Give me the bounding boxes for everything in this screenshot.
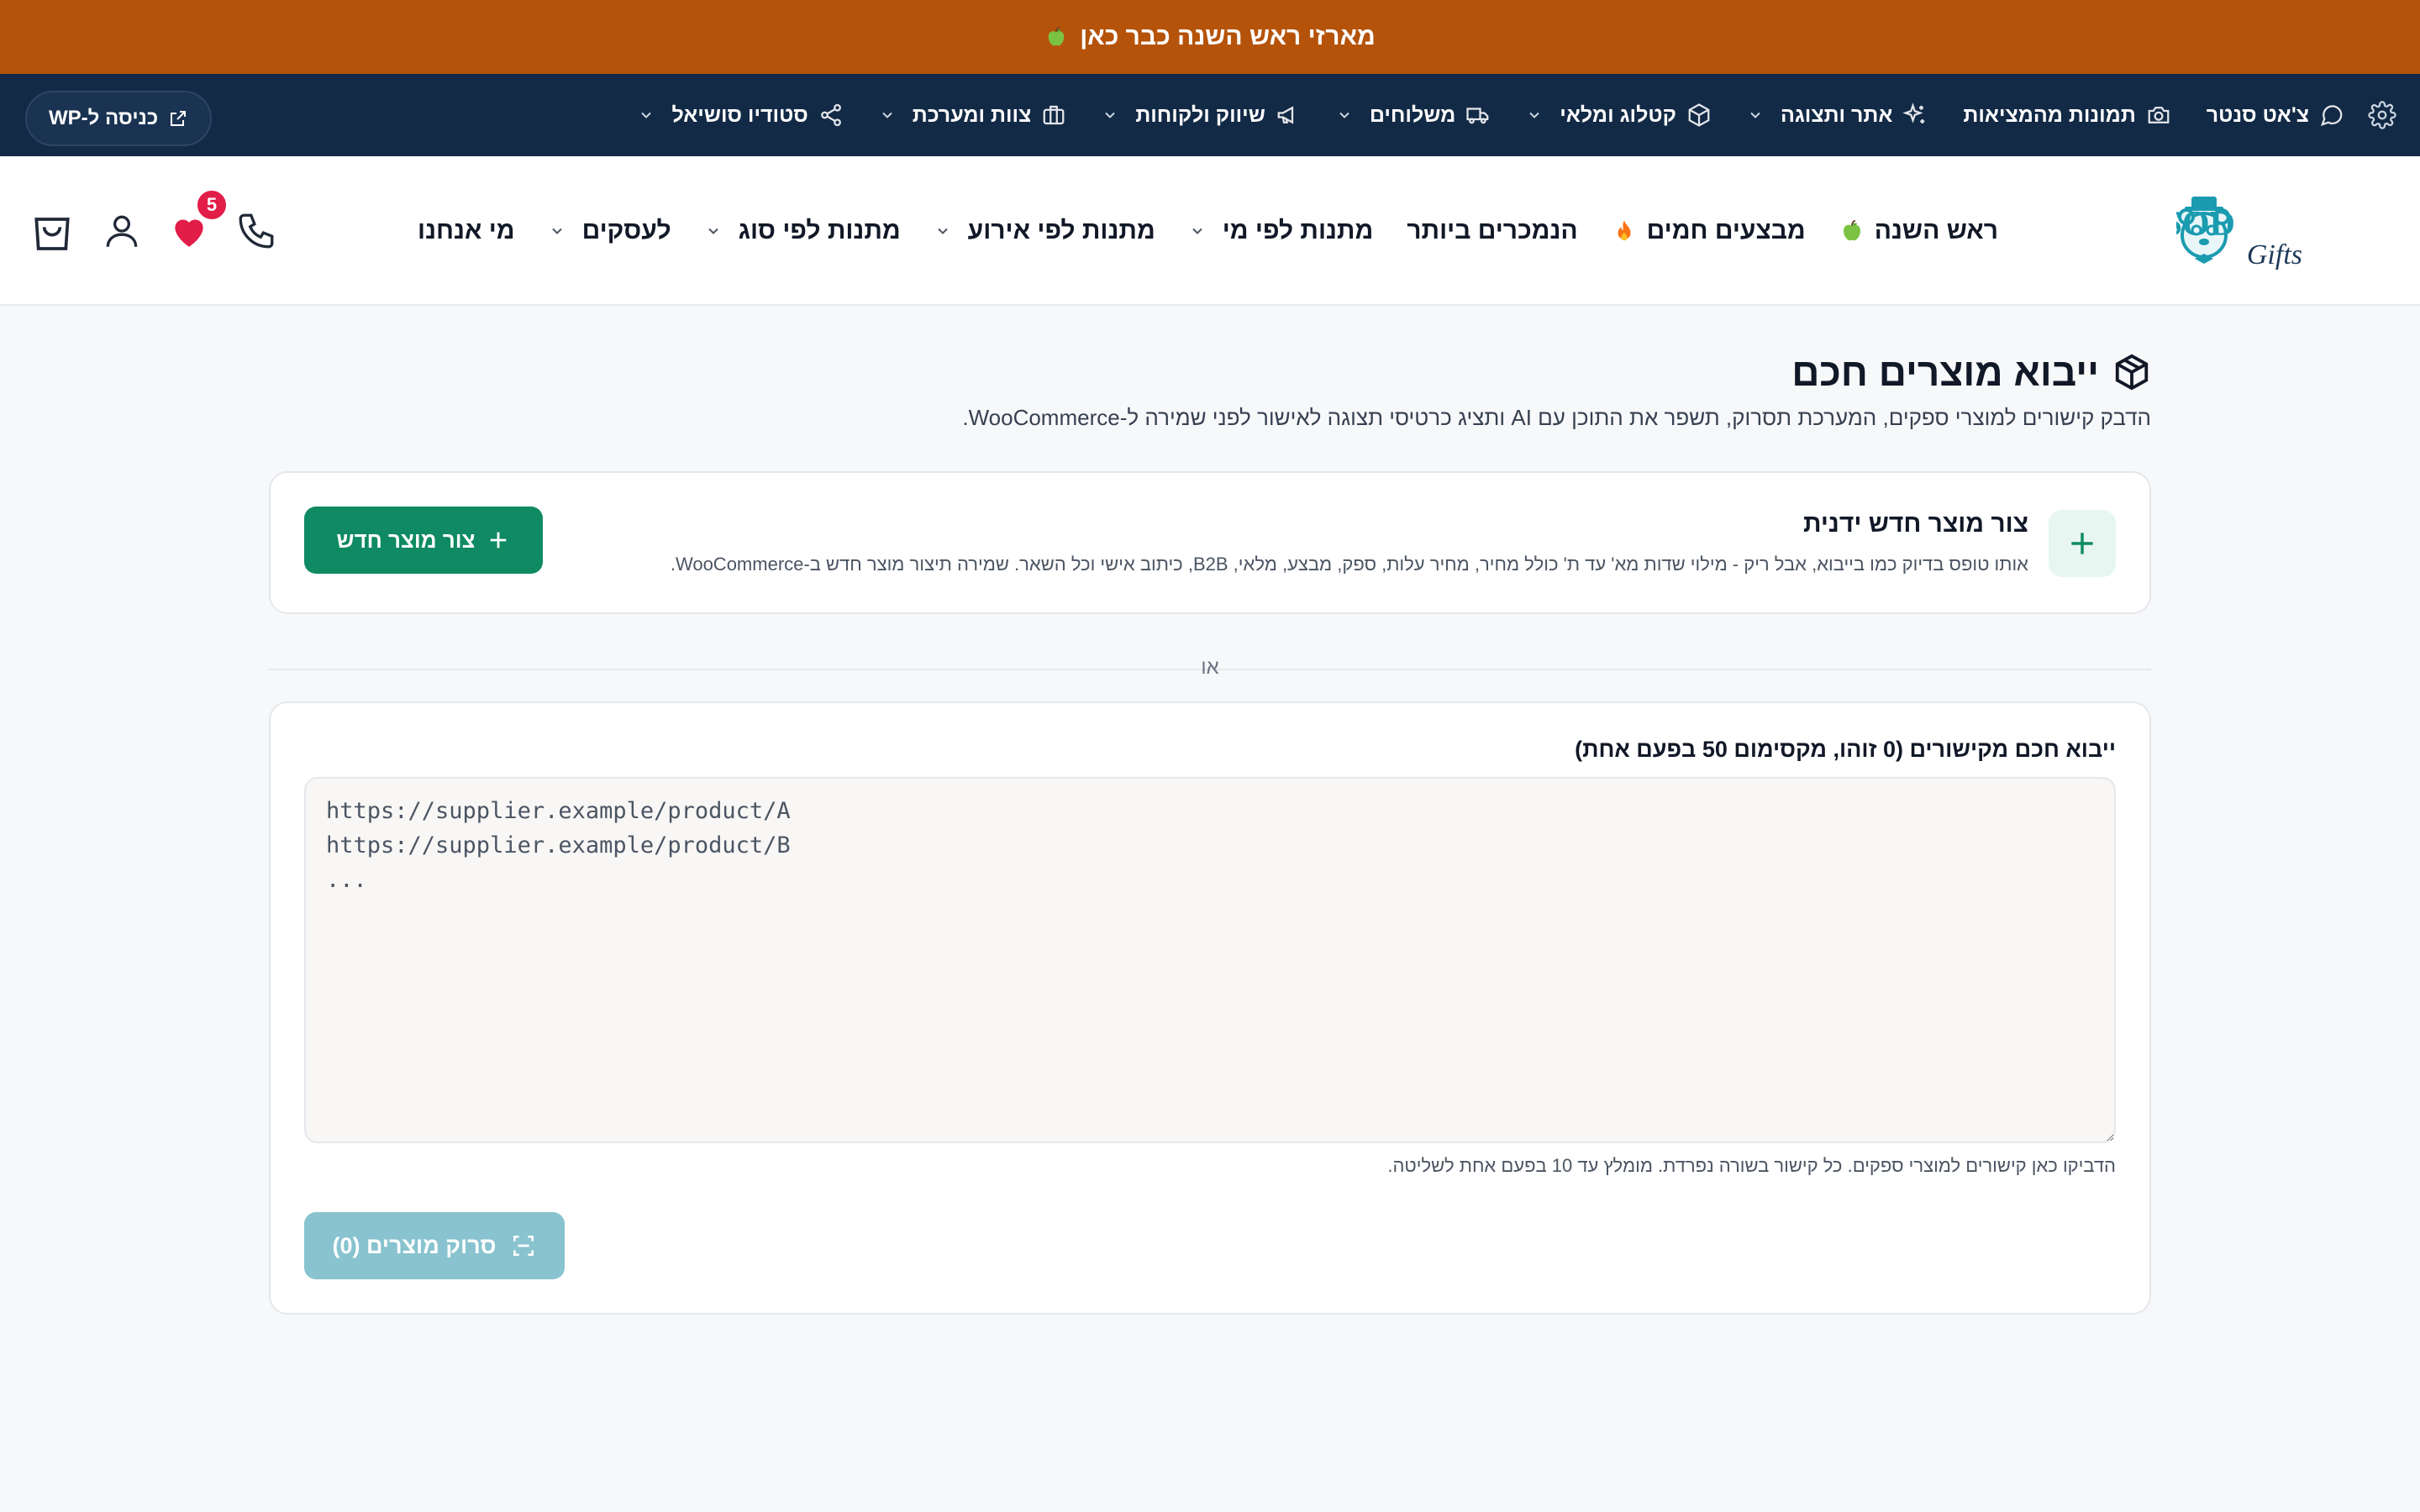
manual-create-card: צור מוצר חדש ידנית אותו טופס בדיוק כמו ב… xyxy=(269,471,2151,614)
nav-item-hot-deals[interactable]: מבצעים חמים xyxy=(1612,217,1806,245)
chevron-down-icon xyxy=(1747,107,1764,123)
nav-item-label: ראש השנה xyxy=(1874,217,1998,244)
admin-item-label: תמונות מהמציאות xyxy=(1963,102,2136,127)
promo-text: מארזי ראש השנה כבר כאן xyxy=(1080,23,1376,50)
page-title: ייבוא מוצרים חכם xyxy=(1791,350,2099,394)
nav-item-label: הנמכרים ביותר xyxy=(1407,217,1578,244)
nav-item-gifts-by-type[interactable]: מתנות לפי סוג xyxy=(705,217,901,245)
admin-toolbar: צ'אט סנטר תמונות מהמציאות אתר ותצוגה קטל… xyxy=(0,74,2420,156)
header-actions: 5 xyxy=(29,156,277,306)
admin-item-chat-center[interactable]: צ'אט סנטר xyxy=(2207,102,2344,128)
chevron-down-icon xyxy=(934,223,951,239)
nav-item-label: לעסקים xyxy=(581,217,671,244)
camera-icon xyxy=(2146,102,2171,128)
chevron-down-icon xyxy=(1102,107,1118,123)
box-icon xyxy=(2112,353,2151,391)
create-new-product-button[interactable]: צור מוצר חדש xyxy=(304,507,543,574)
settings-gear-icon[interactable] xyxy=(2368,101,2396,129)
megaphone-icon xyxy=(1276,102,1301,128)
admin-item-label: אתר ותצוגה xyxy=(1780,102,1893,127)
plus-icon xyxy=(2066,528,2098,559)
shopping-bag-icon[interactable] xyxy=(29,207,76,255)
nav-item-label: מתנות לפי אירוע xyxy=(967,217,1155,244)
nav-item-business[interactable]: לעסקים xyxy=(549,217,671,245)
main-content: ייבוא מוצרים חכם הדבק קישורים למוצרי ספק… xyxy=(269,306,2151,1315)
admin-item-catalog-stock[interactable]: קטלוג ומלאי xyxy=(1526,102,1712,128)
admin-item-label: סטודיו סושיאל xyxy=(671,102,808,127)
nav-item-label: מי אנחנו xyxy=(418,217,515,244)
scan-products-label: סרוק מוצרים (0) xyxy=(332,1232,497,1258)
manual-create-title: צור מוצר חדש ידנית xyxy=(1802,510,2028,538)
green-apple-icon xyxy=(1044,25,1068,49)
box-icon xyxy=(1686,102,1712,128)
nav-item-label: מתנות לפי מי xyxy=(1222,217,1374,244)
page-subtitle: הדבק קישורים למוצרי ספקים, המערכת תסרוק,… xyxy=(962,405,2151,430)
import-urls-textarea[interactable] xyxy=(304,777,2116,1143)
nav-item-label: מבצעים חמים xyxy=(1646,217,1806,244)
or-label: או xyxy=(1201,656,1219,679)
fire-icon xyxy=(1612,218,1637,244)
or-divider: או xyxy=(269,656,2151,681)
wp-login-button[interactable]: כניסה ל-WP xyxy=(25,91,213,146)
briefcase-icon xyxy=(1041,102,1066,128)
nav-item-about-us[interactable]: מי אנחנו xyxy=(418,217,515,245)
logo-text-main: HASOD xyxy=(2176,205,2235,244)
admin-item-label: צוות ומערכת xyxy=(912,102,1032,127)
external-link-icon xyxy=(168,108,188,129)
admin-item-reality-photos[interactable]: תמונות מהמציאות xyxy=(1963,102,2170,128)
nav-item-gifts-by-event[interactable]: מתנות לפי אירוע xyxy=(934,217,1155,245)
chevron-down-icon xyxy=(879,107,896,123)
chat-bubble-icon xyxy=(2319,102,2344,128)
chevron-down-icon xyxy=(1526,107,1543,123)
import-urls-label: ייבוא חכם מקישורים (0 זוהו, מקסימום 50 ב… xyxy=(1575,737,2116,762)
promo-banner: מארזי ראש השנה כבר כאן xyxy=(0,0,2420,74)
user-account-icon[interactable] xyxy=(101,210,143,252)
nav-item-best-sellers[interactable]: הנמכרים ביותר xyxy=(1407,217,1577,245)
logo-text-sub: Gifts xyxy=(2247,239,2302,270)
chevron-down-icon xyxy=(549,223,566,239)
admin-item-label: משלוחים xyxy=(1369,102,1456,127)
chevron-down-icon xyxy=(705,223,722,239)
admin-menu: צ'אט סנטר תמונות מהמציאות אתר ותצוגה קטל… xyxy=(638,102,2344,128)
admin-item-shipping[interactable]: משלוחים xyxy=(1336,102,1491,128)
hasod-gifts-logo[interactable]: HASOD Gifts xyxy=(2176,190,2386,274)
admin-item-team-system[interactable]: צוות ומערכת xyxy=(879,102,1067,128)
scan-products-button[interactable]: סרוק מוצרים (0) xyxy=(304,1212,565,1279)
admin-item-social-studio[interactable]: סטודיו סושיאל xyxy=(638,102,843,128)
chevron-down-icon xyxy=(1336,107,1353,123)
create-new-product-label: צור מוצר חדש xyxy=(336,527,476,553)
admin-item-site-display[interactable]: אתר ותצוגה xyxy=(1747,102,1928,128)
scan-frame-icon xyxy=(510,1232,537,1259)
admin-item-label: שיווק ולקוחות xyxy=(1135,102,1265,127)
admin-item-label: קטלוג ומלאי xyxy=(1560,102,1676,127)
green-apple-icon xyxy=(1839,218,1865,244)
sparkles-icon xyxy=(1902,102,1928,128)
admin-item-marketing-customers[interactable]: שיווק ולקוחות xyxy=(1102,102,1301,128)
plus-icon xyxy=(487,528,510,552)
wishlist-count-badge: 5 xyxy=(195,188,229,222)
nav-item-rosh-hashana[interactable]: ראש השנה xyxy=(1839,217,1998,245)
chevron-down-icon xyxy=(638,107,655,123)
share-icon xyxy=(818,102,844,128)
admin-item-label: צ'אט סנטר xyxy=(2206,102,2309,127)
import-hint-text: הדביקו כאן קישורים למוצרי ספקים. כל קישו… xyxy=(1387,1155,2116,1176)
site-header: HASOD Gifts ראש השנה מבצעים חמים הנמכרים… xyxy=(0,156,2420,306)
smart-import-card: ייבוא חכם מקישורים (0 זוהו, מקסימום 50 ב… xyxy=(269,701,2151,1315)
wp-login-label: כניסה ל-WP xyxy=(49,107,159,129)
page-title-row: ייבוא מוצרים חכם xyxy=(269,349,2151,395)
phone-icon[interactable] xyxy=(235,210,277,252)
truck-icon xyxy=(1465,102,1491,128)
nav-item-label: מתנות לפי סוג xyxy=(738,217,901,244)
manual-create-description: אותו טופס בדיוק כמו בייבוא, אבל ריק - מי… xyxy=(670,554,2028,575)
wishlist-heart-icon[interactable]: 5 xyxy=(168,188,229,252)
nav-item-gifts-by-who[interactable]: מתנות לפי מי xyxy=(1189,217,1374,245)
chevron-down-icon xyxy=(1189,223,1206,239)
plus-icon-tile xyxy=(2049,510,2116,577)
main-navigation: ראש השנה מבצעים חמים הנמכרים ביותר מתנות… xyxy=(418,156,1998,306)
